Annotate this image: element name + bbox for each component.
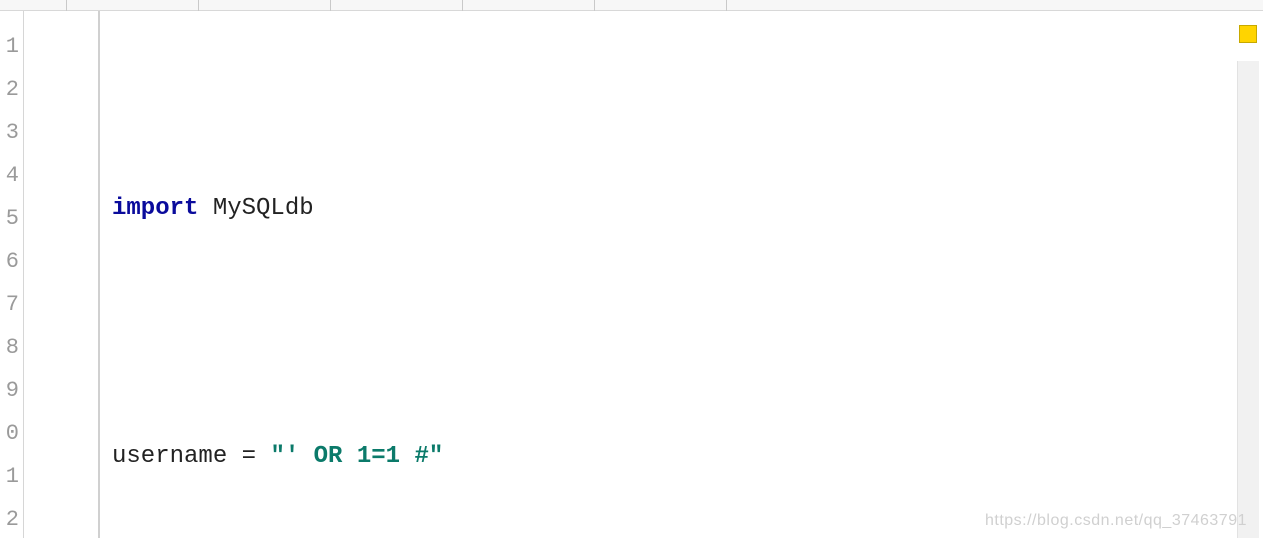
line-number: 2 (0, 68, 23, 111)
module-name: MySQLdb (198, 195, 313, 222)
line-number: 9 (0, 369, 23, 412)
line-number: 3 (0, 111, 23, 154)
code-line: username = "' OR 1=1 #" (112, 435, 1263, 478)
line-number: 1 (0, 455, 23, 498)
line-number: 1 (0, 25, 23, 68)
line-number: 6 (0, 240, 23, 283)
line-number: 5 (0, 197, 23, 240)
line-number: 2 (0, 498, 23, 541)
tab-strip (0, 0, 1263, 11)
code-editor[interactable]: 1 2 3 4 5 6 7 8 9 0 1 2 import MySQLdb u… (0, 11, 1263, 538)
code-line (112, 311, 1263, 354)
line-number: 7 (0, 283, 23, 326)
code-line: import MySQLdb (112, 187, 1263, 230)
inspection-marker-icon[interactable] (1239, 25, 1257, 43)
editor-left-margin (24, 11, 100, 538)
line-number-gutter: 1 2 3 4 5 6 7 8 9 0 1 2 (0, 11, 24, 538)
keyword-import: import (112, 195, 198, 222)
line-number: 4 (0, 154, 23, 197)
watermark-text: https://blog.csdn.net/qq_37463791 (985, 512, 1247, 530)
code-text-area[interactable]: import MySQLdb username = "' OR 1=1 #" p… (100, 11, 1263, 538)
line-number: 8 (0, 326, 23, 369)
line-number: 0 (0, 412, 23, 455)
